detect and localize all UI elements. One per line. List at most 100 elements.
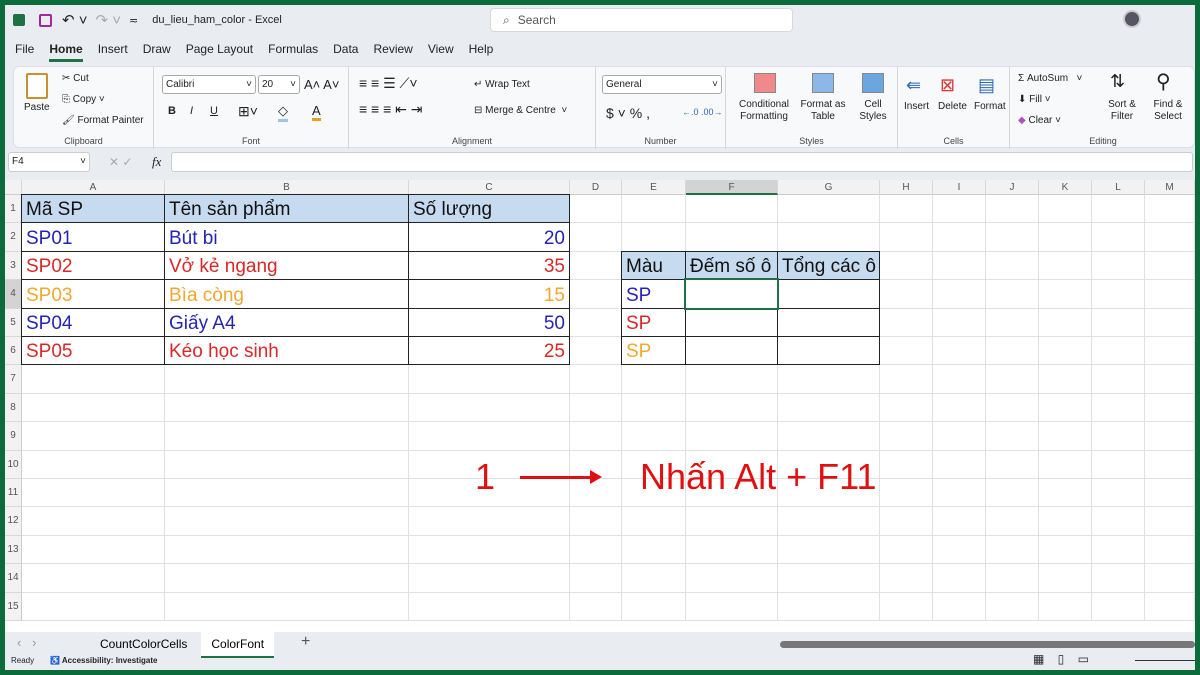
cell[interactable] (1039, 394, 1092, 422)
column-header[interactable]: F (686, 180, 778, 195)
select-all-corner[interactable] (5, 180, 22, 195)
tab-formulas[interactable]: Formulas (268, 42, 318, 62)
format-cells-icon[interactable]: ▤ (978, 75, 995, 96)
cell[interactable] (1145, 451, 1195, 479)
worksheet-grid[interactable]: ABCDEFGHIJKLM123456789101112131415Mã SPT… (5, 180, 1195, 632)
row-header[interactable]: 8 (5, 394, 22, 422)
cell[interactable] (880, 479, 933, 507)
cell-e6[interactable]: SP (621, 336, 686, 365)
cell[interactable] (1145, 252, 1195, 280)
cell[interactable] (933, 507, 986, 535)
row-header[interactable]: 2 (5, 223, 22, 251)
cell-f4[interactable] (685, 279, 778, 308)
cell[interactable] (933, 309, 986, 337)
font-name-select[interactable]: Calibri˅ (162, 75, 256, 94)
cell[interactable] (1145, 394, 1195, 422)
cell[interactable] (933, 280, 986, 308)
tab-home[interactable]: Home (49, 42, 82, 62)
save-icon[interactable] (39, 14, 52, 27)
cell[interactable] (1039, 593, 1092, 621)
sheet-tab[interactable]: CountColorCells (90, 632, 197, 658)
paste-button[interactable]: Paste (24, 102, 50, 113)
cell[interactable] (933, 337, 986, 365)
cell[interactable] (409, 394, 570, 422)
cell[interactable] (1039, 223, 1092, 251)
column-header[interactable]: M (1145, 180, 1195, 195)
name-box[interactable]: F4˅ (8, 152, 90, 172)
cell[interactable] (686, 593, 778, 621)
cell[interactable] (986, 564, 1039, 592)
cell[interactable] (1145, 309, 1195, 337)
search-box[interactable]: ⌕Search (490, 8, 793, 32)
cell[interactable] (778, 365, 880, 393)
column-header[interactable]: K (1039, 180, 1092, 195)
cell[interactable] (570, 507, 622, 535)
cell[interactable] (933, 422, 986, 450)
row-header[interactable]: 9 (5, 422, 22, 450)
cell[interactable] (570, 365, 622, 393)
formula-input[interactable] (171, 152, 1193, 172)
cell[interactable] (622, 195, 686, 223)
cell-f3[interactable]: Đếm số ô (685, 251, 778, 280)
cell[interactable] (933, 195, 986, 223)
font-size-select[interactable]: 20˅ (258, 75, 300, 94)
avatar[interactable] (1123, 10, 1141, 28)
row-header[interactable]: 3 (5, 252, 22, 280)
cell[interactable] (165, 536, 409, 564)
cell[interactable] (1092, 252, 1145, 280)
cell[interactable] (986, 507, 1039, 535)
cell[interactable] (1145, 195, 1195, 223)
cell[interactable] (880, 536, 933, 564)
cell[interactable] (933, 365, 986, 393)
view-buttons[interactable]: ▦ ▯ ▭ (1033, 652, 1089, 666)
cell-a1[interactable]: Mã SP (21, 194, 165, 223)
cell-c6[interactable]: 25 (408, 336, 570, 365)
cell[interactable] (570, 280, 622, 308)
cell-b1[interactable]: Tên sản phẩm (164, 194, 409, 223)
cell[interactable] (1039, 536, 1092, 564)
cell-a2[interactable]: SP01 (21, 222, 165, 251)
column-header[interactable]: C (409, 180, 570, 195)
currency-button[interactable]: $ ˅ % , (606, 105, 650, 121)
cell[interactable] (409, 564, 570, 592)
cut-button[interactable]: ✂ Cut (62, 73, 89, 84)
cell[interactable] (1092, 593, 1145, 621)
tab-view[interactable]: View (428, 42, 454, 62)
cell[interactable] (409, 593, 570, 621)
cell[interactable] (686, 195, 778, 223)
cell-c3[interactable]: 35 (408, 251, 570, 280)
cell[interactable] (880, 451, 933, 479)
cell[interactable] (880, 394, 933, 422)
cell[interactable] (165, 507, 409, 535)
cell-e4[interactable]: SP (621, 279, 686, 308)
cell[interactable] (986, 593, 1039, 621)
format-button[interactable]: Format (974, 101, 1006, 112)
cell[interactable] (880, 365, 933, 393)
add-sheet-button[interactable]: + (301, 633, 310, 651)
column-header[interactable]: L (1092, 180, 1145, 195)
horizontal-scrollbar[interactable] (780, 641, 1195, 648)
paste-icon[interactable] (26, 73, 48, 99)
cell[interactable] (1092, 564, 1145, 592)
cell[interactable] (1092, 479, 1145, 507)
cell[interactable] (1145, 564, 1195, 592)
cell[interactable] (880, 252, 933, 280)
cell-c5[interactable]: 50 (408, 308, 570, 337)
grow-font-button[interactable]: A˄ A˅ (304, 77, 339, 92)
cell[interactable] (570, 309, 622, 337)
cell[interactable] (622, 422, 686, 450)
row-header[interactable]: 4 (5, 280, 22, 308)
cell[interactable] (986, 451, 1039, 479)
cell-styles-icon[interactable] (862, 73, 884, 93)
tab-draw[interactable]: Draw (143, 42, 171, 62)
cell[interactable] (570, 223, 622, 251)
sheet-tab[interactable]: ColorFont (201, 632, 274, 658)
cell[interactable] (1092, 337, 1145, 365)
tab-help[interactable]: Help (469, 42, 494, 62)
tab-file[interactable]: File (15, 42, 34, 62)
cell[interactable] (986, 365, 1039, 393)
tab-insert[interactable]: Insert (98, 42, 128, 62)
delete-button[interactable]: Delete (938, 101, 967, 112)
cell[interactable] (570, 564, 622, 592)
fill-button[interactable]: ⬇ Fill ˅ (1018, 94, 1051, 105)
